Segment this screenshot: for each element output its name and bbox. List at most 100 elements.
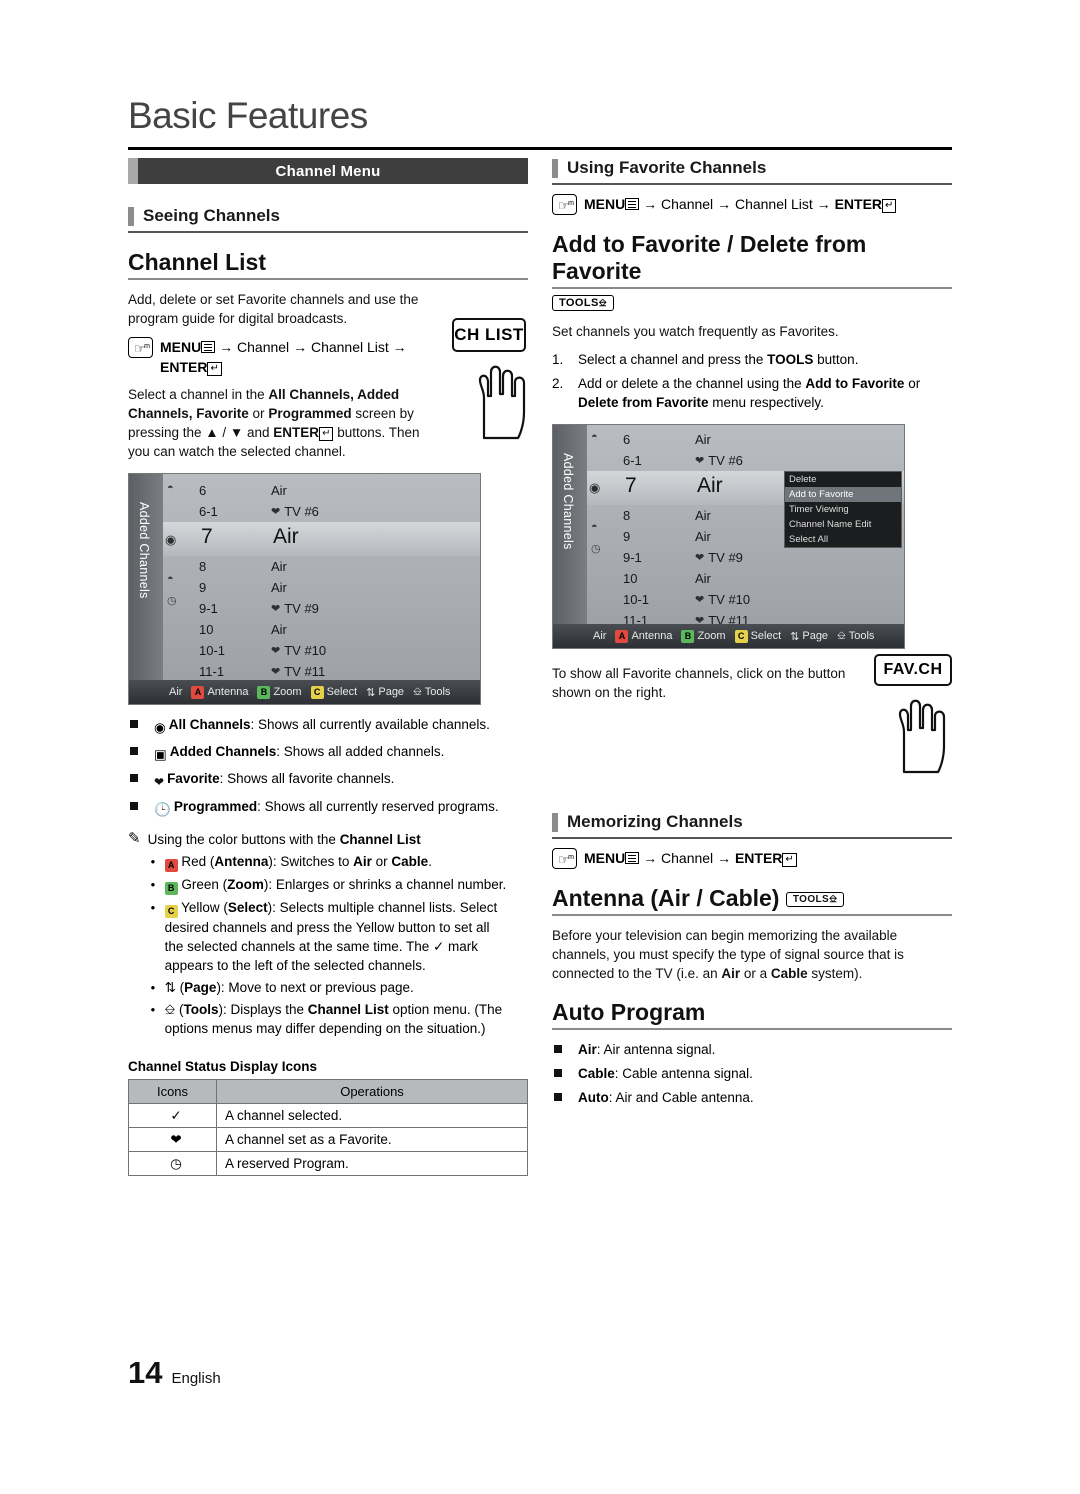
bullet-square (554, 1045, 562, 1053)
screenshot-footer-bar: Air A Antenna B Zoom C Select ⇅ Page ⎒ Tools (129, 680, 480, 704)
bullet-text: : Shows all currently available channels… (250, 717, 490, 732)
list-item: 🕒 Programmed: Shows all currently reserve… (128, 797, 528, 819)
tools-icon: ⎒ (413, 685, 422, 698)
step-number: 1. (552, 352, 564, 367)
table-row: 9-1 ❤ TV #9 (163, 598, 480, 619)
all-channels-icon: ◉ (589, 480, 601, 495)
row-number: 9-1 (199, 601, 218, 616)
auto-program-rule (552, 1028, 952, 1030)
page-arrows-icon: ⇅ (790, 630, 800, 643)
favorite-menu-path: ☞ m MENU → Channel → Channel List → ENTE… (552, 194, 952, 215)
table-row: 10-1 ❤ TV #10 (163, 640, 480, 661)
table-row: 6 Air (163, 480, 480, 501)
page-title: Basic Features (128, 95, 368, 136)
bullet-square (554, 1069, 562, 1077)
menu-label: MENU (584, 196, 626, 212)
table-row: ◷ A reserved Program. (128, 1151, 528, 1176)
page-arrows-icon: ⇅ (366, 686, 376, 699)
list-item: Auto: Air and Cable antenna. (552, 1088, 952, 1107)
tools-bold: Channel List (307, 1002, 389, 1017)
color-text: ): Enlarges or shrinks a channel number. (263, 877, 507, 892)
bullet-text: : Shows all favorite channels. (219, 771, 395, 786)
zoom-label: Zoom (697, 630, 726, 642)
menu-item-channel-name-edit[interactable]: Channel Name Edit (785, 517, 901, 532)
list-item: 1. Select a channel and press the TOOLS b… (552, 350, 952, 369)
menu-icon (625, 198, 640, 210)
row-number: 10 (199, 622, 214, 637)
column-header-icons: Icons (128, 1079, 217, 1104)
screenshot-side-tab: Added Channels (553, 425, 587, 624)
fav-ch-button[interactable]: FAV.CH (874, 654, 952, 686)
enter-label: ENTER (160, 359, 208, 375)
channel-menu-banner-label: Channel Menu (275, 162, 381, 180)
tools-label: Tools (848, 630, 875, 642)
menu-icon (625, 852, 640, 864)
row-name: Air (271, 580, 287, 595)
heart-icon: ❤ (695, 594, 705, 606)
menu-item-select-all[interactable]: Select All (785, 532, 901, 547)
seeing-channels-heading: Seeing Channels (128, 206, 528, 231)
list-item: 2. Add or delete a the channel using the … (552, 374, 952, 412)
step-text-c: or (904, 376, 921, 391)
antenna-heading-label: Antenna (Air / Cable) (552, 885, 780, 911)
table-header-row: Icons Operations (128, 1079, 528, 1104)
desc-part-f: ENTER (273, 425, 320, 440)
channel-label: Channel (661, 196, 714, 212)
color-name: Red (181, 854, 207, 869)
pencil-icon: ✎ (128, 830, 141, 847)
page-footer: 14 English (128, 1355, 221, 1391)
bullet-square (130, 802, 138, 810)
step-text-bold-2: Delete from Favorite (578, 395, 709, 410)
operation-text: A reserved Program. (216, 1151, 528, 1176)
tools-context-menu[interactable]: Delete Add to Favorite Timer Viewing Cha… (784, 471, 902, 548)
color-bold-1: Air (353, 854, 372, 869)
select-hint: C Select (734, 629, 781, 643)
row-number: 9-1 (623, 550, 642, 565)
fav-ch-button-label: FAV.CH (883, 661, 943, 678)
step-text-a: Add or delete a the channel using the (578, 376, 806, 391)
arrow-1: → (219, 339, 234, 355)
row-status-icon: ◓ (167, 573, 174, 585)
zoom-hint: B Zoom (257, 685, 302, 699)
left-column: Channel Menu Seeing Channels Channel Lis… (128, 158, 528, 1176)
red-key-icon: A (615, 629, 629, 643)
heart-icon: ❤ (695, 552, 705, 564)
desc-part-d: Programmed (268, 406, 352, 421)
table-row: 8 Air (163, 556, 480, 577)
arrow: → (717, 850, 732, 866)
channel-filter-list: ◉ All Channels: Shows all currently avail… (128, 715, 528, 819)
row-name: Air (271, 483, 287, 498)
color-text: ): Switches to (268, 854, 354, 869)
menu-item-delete[interactable]: Delete (785, 472, 901, 487)
row-name: Air (695, 571, 711, 586)
list-item: ◉ All Channels: Shows all currently avail… (128, 715, 528, 737)
table-row: 6-1 ❤ TV #6 (587, 450, 904, 471)
bullet-dot: • (150, 854, 156, 869)
tools-label: Tools (424, 686, 451, 698)
row-number: 7 (201, 525, 213, 548)
table-row: ✓ A channel selected. (128, 1103, 528, 1128)
row-name: Air (271, 559, 287, 574)
menu-item-add-to-favorite[interactable]: Add to Favorite (785, 487, 901, 502)
clock-icon: 🕒 (154, 802, 171, 817)
add-favorite-intro: Set channels you watch frequently as Fav… (552, 324, 839, 339)
heart-icon: ❤ (271, 666, 281, 678)
ch-list-button[interactable]: CH LIST (452, 318, 526, 352)
table-row: 11-1 ❤ TV #11 (163, 661, 480, 682)
add-favorite-steps: 1. Select a channel and press the TOOLS b… (552, 350, 952, 412)
channel-list-label: Channel List (310, 339, 389, 355)
row-name-text: TV #10 (284, 643, 327, 658)
page-label: Page (184, 980, 217, 995)
color-button-list: • A Red (Antenna): Switches to Air or Cab… (148, 852, 508, 1038)
row-status-icon: ◓ (167, 482, 174, 494)
heading-marker (552, 812, 558, 832)
list-item: Cable: Cable antenna signal. (552, 1064, 952, 1083)
bullet-label: Programmed (173, 799, 258, 814)
menu-item-timer-viewing[interactable]: Timer Viewing (785, 502, 901, 517)
table-row: 9-1 ❤ TV #9 (587, 547, 904, 568)
yellow-key-icon: C (734, 629, 748, 643)
row-name-text: TV #9 (284, 601, 319, 616)
bullet-square (554, 1093, 562, 1101)
source-label: Air (169, 686, 183, 698)
page-text: ): Move to next or previous page. (216, 980, 414, 995)
